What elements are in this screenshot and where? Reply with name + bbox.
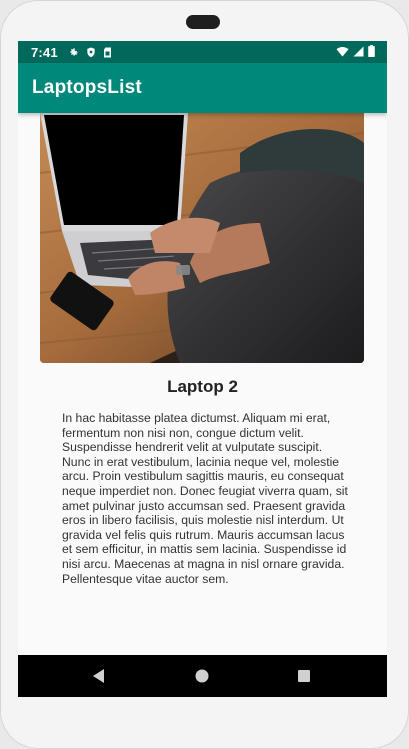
item-title: Laptop 2 (167, 377, 238, 396)
shield-icon (87, 46, 95, 57)
back-icon[interactable] (89, 666, 109, 686)
gear-icon (70, 47, 78, 56)
item-description: In hac habitasse platea dictumst. Aliqua… (62, 411, 348, 586)
laptop-photo (40, 113, 364, 363)
app-bar: LaptopsList (18, 63, 387, 113)
wifi-icon (336, 46, 349, 56)
home-icon[interactable] (192, 666, 212, 686)
screen: 7:41 LaptopsList Laptop 2 In hac habitas… (18, 41, 387, 697)
status-time: 7:41 (31, 44, 58, 60)
status-bar: 7:41 (18, 41, 387, 63)
recents-icon[interactable] (294, 666, 314, 686)
speaker-grille (186, 15, 220, 29)
detail-content[interactable]: Laptop 2 In hac habitasse platea dictums… (18, 113, 387, 655)
signal-icon (353, 46, 364, 56)
sim-card-icon (103, 47, 111, 57)
battery-icon (368, 45, 375, 57)
navigation-bar (18, 655, 387, 697)
phone-frame: 7:41 LaptopsList Laptop 2 In hac habitas… (0, 0, 409, 749)
app-title: LaptopsList (32, 77, 142, 98)
